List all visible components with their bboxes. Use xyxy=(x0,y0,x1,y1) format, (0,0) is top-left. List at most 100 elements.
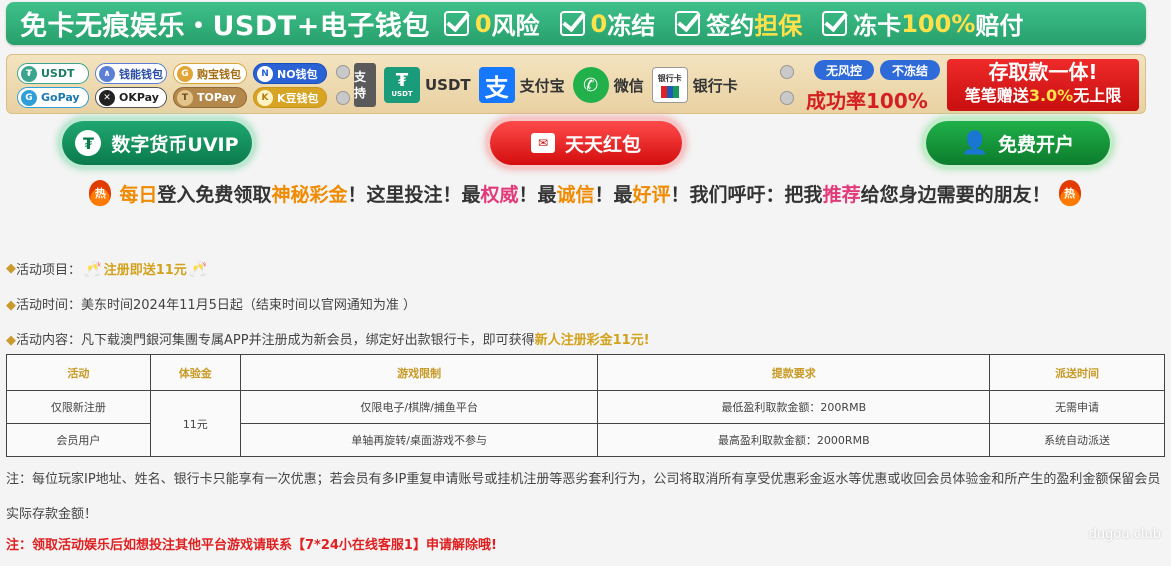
checkbox-icon xyxy=(443,11,469,36)
watermark: dugou.club xyxy=(1088,527,1161,542)
table-header: 游戏限制 xyxy=(239,354,599,391)
wallet-list: ₮ USDT G GoPay ∧ 钱能钱包 ✕ OKPay G 购宝钱包 T TOPay N… xyxy=(17,60,327,110)
promo-table: 活动 体验金 游戏限制 提款要求 派送时间 仅限新注册 11元 仅限电子/棋牌/… xyxy=(6,354,1165,457)
wallet-label: 钱能钱包 xyxy=(119,67,163,81)
diamond-icon: ◆ xyxy=(6,261,16,276)
open-account-button[interactable]: 👤 免费开户 xyxy=(926,121,1110,165)
feature-no-freeze: 0 冻结 xyxy=(559,6,656,41)
slogan-part: ！我们呼吁：把我 xyxy=(670,183,823,206)
gopay-icon: G xyxy=(21,89,37,106)
feature-text: 冻结 xyxy=(607,12,656,40)
cheers-icon: 🥂 xyxy=(83,259,102,278)
uvip-button-label: 数字货币UVIP xyxy=(111,133,239,156)
slogan-part: 神秘彩金 xyxy=(271,183,348,206)
table-row: 仅限新注册 11元 仅限电子/棋牌/捕鱼平台 最低盈利取款金额：200RMB 无… xyxy=(6,390,1165,457)
feature-highlight: 担保 xyxy=(754,12,803,40)
activity-content: ◆活动内容：凡下载澳門銀河集團专属APP并注册成为新会员，绑定好出款银行卡，即可… xyxy=(6,329,650,348)
okpay-icon: ✕ xyxy=(99,89,115,106)
no-wallet-icon: N xyxy=(257,65,273,82)
table-header: 体验金 xyxy=(149,354,241,391)
slogan-part: ！这里投注！最 xyxy=(347,183,481,206)
wallet-no[interactable]: N NO钱包 xyxy=(253,63,327,84)
tether-coin-icon: ₮ xyxy=(75,130,102,156)
add-user-icon: 👤 xyxy=(961,130,989,156)
risk-tag-no-freeze: 不冻结 xyxy=(880,60,940,80)
wallet-kdou[interactable]: K K豆钱包 xyxy=(253,87,327,108)
method-bank[interactable]: 银行卡 银行卡 xyxy=(651,67,738,103)
screw-icon xyxy=(780,91,794,105)
table-cell: 无需申请 xyxy=(989,390,1165,424)
tether-glyph: ₮ xyxy=(395,70,409,91)
checkbox-icon xyxy=(675,11,701,36)
slogan: 热 每日 登入免费领取 神秘彩金 ！这里投注！最 权威 ！最 诚信 ！最 好评 ！我们呼吁：把我推… xyxy=(68,178,1102,208)
deposit-promo-title: 存取款一体! xyxy=(988,60,1098,84)
wallet-label: 购宝钱包 xyxy=(197,67,241,81)
method-usdt[interactable]: ₮ USDT USDT xyxy=(384,67,471,103)
payment-strip: ₮ USDT G GoPay ∧ 钱能钱包 ✕ OKPay G 购宝钱包 T TOPay N… xyxy=(6,54,1146,114)
topay-icon: T xyxy=(177,89,193,106)
diamond-icon: ◆ xyxy=(6,298,16,313)
table-header-row: 活动 体验金 游戏限制 提款要求 派送时间 xyxy=(6,354,1165,391)
method-label: USDT xyxy=(425,76,471,94)
payment-methods: 支持 ₮ USDT USDT 支 支付宝 ✆ 微信 银行卡 银行卡 xyxy=(332,59,796,111)
activity-project: ◆ 活动项目： 🥂 注册即送11元 🥂 xyxy=(6,259,209,279)
wallet-label: TOPay xyxy=(197,91,236,104)
kdou-icon: K xyxy=(257,89,273,106)
deposit-promo-subtitle: 笔笔赠送3.0%无上限 xyxy=(947,85,1139,107)
method-label: 微信 xyxy=(613,76,644,95)
method-label: 支付宝 xyxy=(519,76,565,95)
slogan-part: ！最 xyxy=(594,183,633,206)
slogan-part: 诚信 xyxy=(556,183,595,206)
table-cell: 会员用户 xyxy=(6,423,151,457)
hot-fire-icon: 热 xyxy=(89,180,112,206)
table-cell: 系统自动派送 xyxy=(989,423,1165,457)
wallet-topay[interactable]: T TOPay xyxy=(173,87,247,108)
method-label: 银行卡 xyxy=(692,76,738,95)
wechat-icon: ✆ xyxy=(572,67,609,103)
checkbox-icon xyxy=(559,11,585,36)
wallet-qianneng[interactable]: ∧ 钱能钱包 xyxy=(95,63,167,84)
deposit-promo-banner[interactable]: 存取款一体! 笔笔赠送3.0%无上限 xyxy=(947,59,1139,111)
deposit-promo-percent: 3.0% xyxy=(1028,86,1074,105)
hot-fire-icon: 热 xyxy=(1058,180,1081,206)
bank-card-caption: 银行卡 xyxy=(657,73,682,83)
slogan-part: 给您身边需要的朋友！ xyxy=(860,183,1051,206)
wallet-goubao[interactable]: G 购宝钱包 xyxy=(173,63,247,84)
table-header: 活动 xyxy=(6,354,151,391)
goubao-icon: G xyxy=(177,65,193,82)
activity-time: ◆活动时间：美东时间2024年11月5日起（结束时间以官网通知为准 ） xyxy=(6,294,416,313)
activity-project-label: 活动项目： xyxy=(16,263,82,278)
risk-panel: 无风控 不冻结 成功率100% xyxy=(804,59,944,113)
feature-highlight: 0 xyxy=(474,9,492,38)
table-cell: 最低盈利取款金额：200RMB xyxy=(597,390,991,424)
activity-project-value: 注册即送11元 xyxy=(103,263,187,278)
activity-content-highlight: 新人注册彩金11元! xyxy=(534,333,650,348)
red-packet-button-label: 天天红包 xyxy=(564,133,641,156)
wallet-usdt[interactable]: ₮ USDT xyxy=(17,63,89,84)
wallet-gopay[interactable]: G GoPay xyxy=(17,87,89,108)
feature-text: 风险 xyxy=(491,12,540,40)
method-wechat[interactable]: ✆ 微信 xyxy=(572,67,644,103)
screw-icon xyxy=(780,65,794,79)
success-rate-value: 100% xyxy=(866,89,928,113)
table-header: 派送时间 xyxy=(989,354,1165,391)
feature-text: 冻卡 xyxy=(853,12,902,40)
wallet-okpay[interactable]: ✕ OKPay xyxy=(95,87,167,108)
success-rate-label: 成功率 xyxy=(806,89,866,113)
uvip-button[interactable]: ₮ 数字货币UVIP xyxy=(62,121,252,165)
table-cell: 最高盈利取款金额：2000RMB xyxy=(597,423,991,457)
method-alipay[interactable]: 支 支付宝 xyxy=(478,67,565,103)
alipay-icon: 支 xyxy=(478,67,515,103)
table-cell: 仅限新注册 xyxy=(6,390,151,424)
feature-guarantee: 签约 担保 xyxy=(675,6,802,41)
wallet-label: OKPay xyxy=(119,91,159,104)
cheers-icon: 🥂 xyxy=(188,259,208,278)
red-packet-button[interactable]: ✉ 天天红包 xyxy=(490,121,682,165)
feature-compensation: 冻卡 100% 赔付 xyxy=(822,6,1023,41)
table-cell: 11元 xyxy=(149,390,241,457)
activity-time-label: 活动时间： xyxy=(16,298,82,313)
feature-highlight: 0 xyxy=(590,9,608,38)
deposit-promo-text: 笔笔赠送 xyxy=(964,86,1029,105)
activity-time-value: 美东时间2024年11月5日起（结束时间以官网通知为准 ） xyxy=(81,298,417,313)
activity-content-label: 活动内容： xyxy=(16,333,82,348)
